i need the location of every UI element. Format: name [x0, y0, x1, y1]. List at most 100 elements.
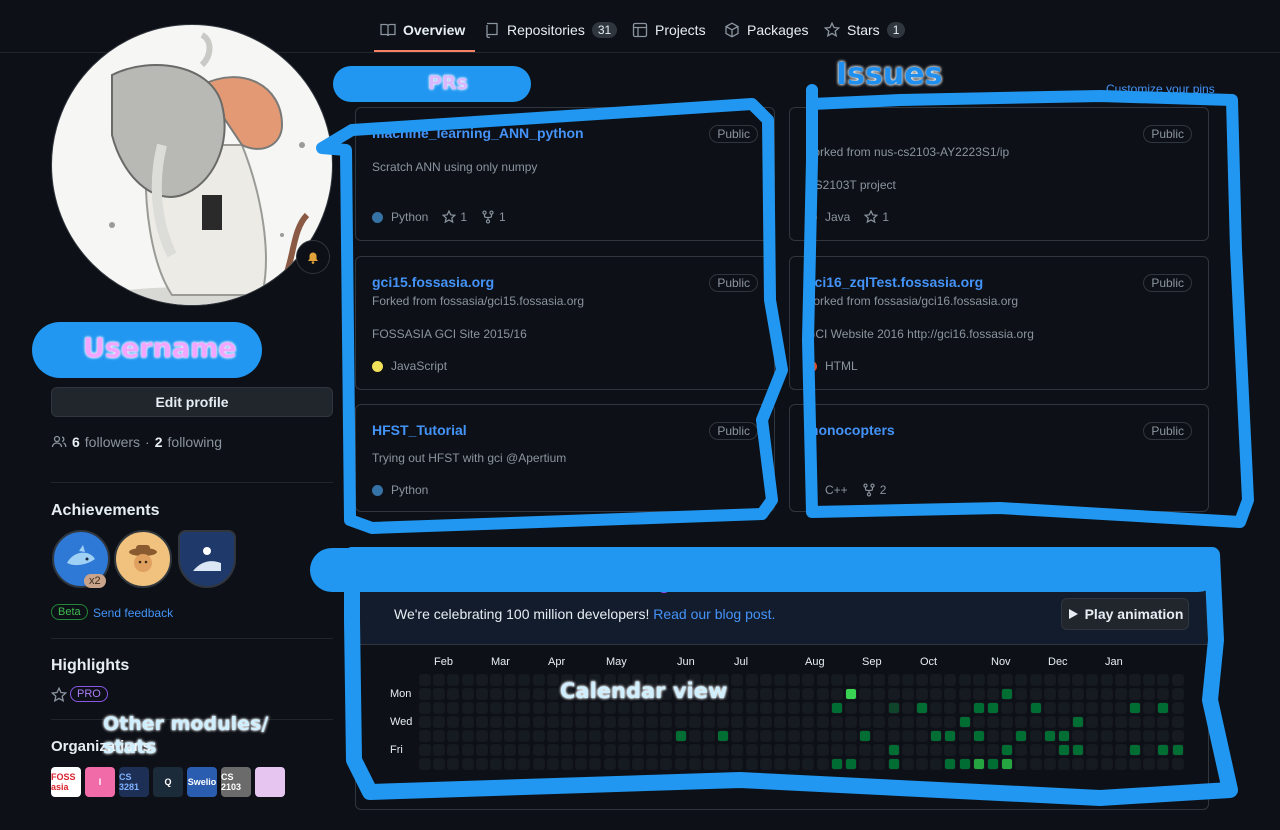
contribution-day-cell[interactable]: [816, 758, 829, 770]
tab-packages[interactable]: Packages: [722, 10, 810, 50]
contribution-day-cell[interactable]: [788, 758, 801, 770]
contribution-day-cell[interactable]: [930, 688, 943, 700]
contribution-day-cell[interactable]: [717, 716, 730, 728]
contribution-day-cell[interactable]: [433, 716, 446, 728]
contribution-day-cell[interactable]: [972, 716, 985, 728]
contribution-day-cell[interactable]: [646, 688, 659, 700]
contribution-day-cell[interactable]: [419, 688, 431, 700]
contribution-day-cell[interactable]: [703, 716, 715, 728]
organization-avatar[interactable]: I: [85, 767, 115, 797]
contribution-day-cell[interactable]: [1143, 730, 1156, 742]
contribution-day-cell[interactable]: [987, 716, 999, 728]
contribution-day-cell[interactable]: [575, 744, 588, 756]
contribution-day-cell[interactable]: [745, 758, 758, 770]
contribution-day-cell[interactable]: [930, 730, 943, 742]
contribution-day-cell[interactable]: [1001, 674, 1014, 686]
contribution-day-cell[interactable]: [504, 716, 517, 728]
contribution-day-cell[interactable]: [759, 758, 772, 770]
contribution-day-cell[interactable]: [972, 702, 985, 714]
contribution-day-cell[interactable]: [646, 674, 659, 686]
contribution-day-cell[interactable]: [987, 758, 999, 770]
contribution-day-cell[interactable]: [561, 716, 573, 728]
contribution-day-cell[interactable]: [419, 758, 431, 770]
contribution-day-cell[interactable]: [987, 744, 999, 756]
contribution-day-cell[interactable]: [958, 702, 971, 714]
contribution-day-cell[interactable]: [731, 702, 744, 714]
organization-avatar[interactable]: Q: [153, 767, 183, 797]
contribution-day-cell[interactable]: [603, 688, 616, 700]
contribution-day-cell[interactable]: [447, 674, 460, 686]
contribution-day-cell[interactable]: [1043, 716, 1056, 728]
contribution-day-cell[interactable]: [660, 744, 673, 756]
contribution-day-cell[interactable]: [774, 688, 786, 700]
contribution-day-cell[interactable]: [901, 674, 914, 686]
repo-name-link[interactable]: gci15.fossasia.org: [372, 274, 494, 290]
contribution-day-cell[interactable]: [617, 688, 630, 700]
contribution-day-cell[interactable]: [930, 744, 943, 756]
contribution-day-cell[interactable]: [944, 744, 957, 756]
contribution-day-cell[interactable]: [660, 674, 673, 686]
contribution-day-cell[interactable]: [859, 744, 872, 756]
contribution-day-cell[interactable]: [447, 702, 460, 714]
contribution-day-cell[interactable]: [830, 716, 843, 728]
contribution-day-cell[interactable]: [845, 702, 857, 714]
contribution-day-cell[interactable]: [887, 674, 900, 686]
contribution-day-cell[interactable]: [589, 688, 602, 700]
contribution-day-cell[interactable]: [703, 674, 715, 686]
contribution-day-cell[interactable]: [859, 716, 872, 728]
repo-name-link[interactable]: ip: [806, 125, 818, 141]
contribution-day-cell[interactable]: [958, 674, 971, 686]
contribution-day-cell[interactable]: [916, 674, 928, 686]
contribution-day-cell[interactable]: [518, 688, 531, 700]
contribution-day-cell[interactable]: [873, 758, 886, 770]
contribution-day-cell[interactable]: [475, 702, 488, 714]
contribution-day-cell[interactable]: [433, 730, 446, 742]
contribution-day-cell[interactable]: [518, 758, 531, 770]
contribution-day-cell[interactable]: [433, 674, 446, 686]
contribution-day-cell[interactable]: [447, 716, 460, 728]
contribution-day-cell[interactable]: [1001, 730, 1014, 742]
contribution-day-cell[interactable]: [1058, 744, 1070, 756]
contribution-day-cell[interactable]: [561, 744, 573, 756]
contribution-day-cell[interactable]: [660, 758, 673, 770]
contribution-day-cell[interactable]: [504, 758, 517, 770]
contribution-day-cell[interactable]: [901, 730, 914, 742]
contribution-day-cell[interactable]: [731, 744, 744, 756]
contribution-day-cell[interactable]: [1171, 674, 1184, 686]
contribution-day-cell[interactable]: [504, 688, 517, 700]
contribution-day-cell[interactable]: [774, 730, 786, 742]
contribution-day-cell[interactable]: [660, 688, 673, 700]
contribution-day-cell[interactable]: [1100, 730, 1113, 742]
contribution-day-cell[interactable]: [717, 702, 730, 714]
contribution-day-cell[interactable]: [575, 716, 588, 728]
repo-name-link[interactable]: machine_learning_ANN_python: [372, 125, 584, 141]
contribution-day-cell[interactable]: [532, 688, 545, 700]
contribution-day-cell[interactable]: [1086, 688, 1099, 700]
contribution-day-cell[interactable]: [1001, 702, 1014, 714]
contribution-day-cell[interactable]: [731, 730, 744, 742]
contribution-day-cell[interactable]: [901, 702, 914, 714]
contribution-day-cell[interactable]: [660, 730, 673, 742]
contribution-day-cell[interactable]: [1143, 758, 1156, 770]
contribution-day-cell[interactable]: [1043, 758, 1056, 770]
fork-info[interactable]: Forked from fossasia/gci15.fossasia.org: [372, 294, 584, 308]
contribution-day-cell[interactable]: [603, 758, 616, 770]
contribution-day-cell[interactable]: [845, 688, 857, 700]
contribution-day-cell[interactable]: [575, 688, 588, 700]
contribution-day-cell[interactable]: [1001, 744, 1014, 756]
contribution-day-cell[interactable]: [419, 744, 431, 756]
contribution-day-cell[interactable]: [717, 688, 730, 700]
contribution-day-cell[interactable]: [632, 702, 644, 714]
contribution-day-cell[interactable]: [546, 744, 559, 756]
contribution-day-cell[interactable]: [1001, 758, 1014, 770]
contribution-day-cell[interactable]: [1058, 716, 1070, 728]
contribution-day-cell[interactable]: [1171, 702, 1184, 714]
contribution-day-cell[interactable]: [873, 716, 886, 728]
contribution-day-cell[interactable]: [561, 688, 573, 700]
contribution-day-cell[interactable]: [1015, 730, 1028, 742]
contribution-day-cell[interactable]: [1058, 702, 1070, 714]
contribution-day-cell[interactable]: [972, 688, 985, 700]
contribution-day-cell[interactable]: [575, 758, 588, 770]
contribution-day-cell[interactable]: [1100, 758, 1113, 770]
contribution-day-cell[interactable]: [816, 702, 829, 714]
